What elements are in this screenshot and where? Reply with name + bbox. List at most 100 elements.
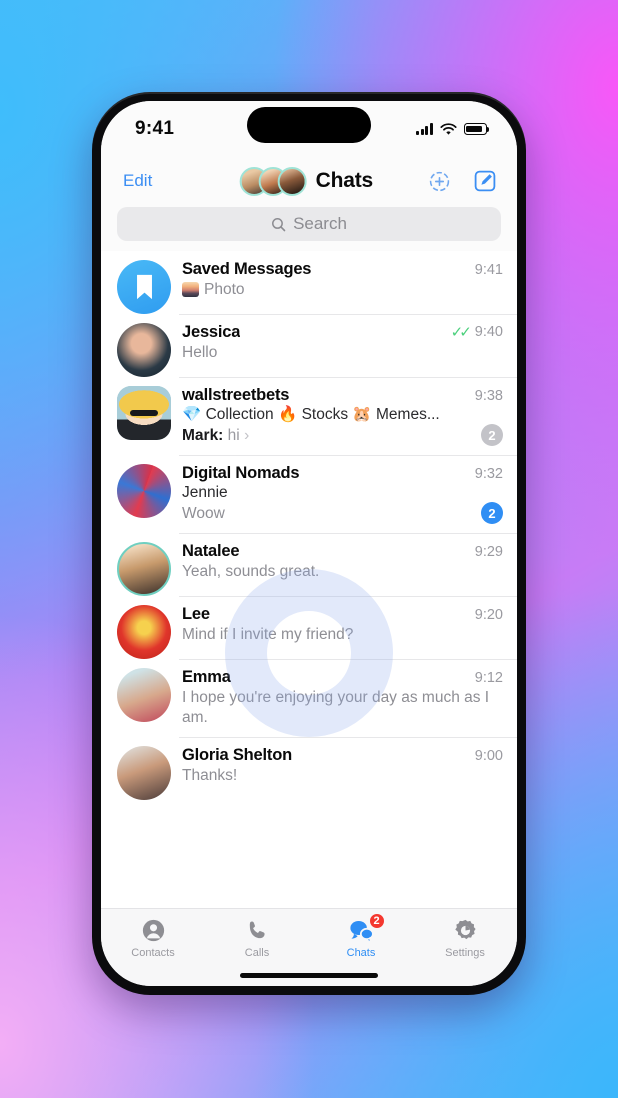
phone-icon	[246, 917, 269, 944]
chat-name: Saved Messages	[182, 260, 312, 278]
chat-row-body: Emma 9:12 I hope you're enjoying your da…	[182, 668, 503, 737]
chat-row-saved-messages[interactable]: Saved Messages 9:41 Photo	[101, 251, 517, 314]
story-avatar-3[interactable]	[277, 166, 307, 196]
chat-row-body: Gloria Shelton 9:00 Thanks!	[182, 746, 503, 800]
chat-name: Digital Nomads	[182, 464, 300, 482]
phone-screen: 9:41 Edit Chats Search Saved Messages 9:…	[101, 101, 517, 986]
chevron-right-icon: ›	[244, 426, 250, 444]
row-divider	[179, 455, 517, 456]
dynamic-island	[247, 107, 371, 143]
contacts-icon	[141, 917, 166, 944]
chats-icon: 2	[348, 912, 386, 944]
chat-time: 9:38	[474, 388, 503, 404]
chat-row-body: Lee 9:20 Mind if I invite my friend?	[182, 605, 503, 659]
status-bar: 9:41	[101, 101, 517, 157]
chat-name: Natalee	[182, 542, 240, 560]
chat-preview-line: Photo	[182, 280, 503, 300]
chat-row-digital-nomads[interactable]: Digital Nomads 9:32 Jennie Woow 2	[101, 455, 517, 533]
lee-avatar[interactable]	[117, 605, 171, 659]
chat-topics-line[interactable]: 💎 Collection 🔥 Stocks 🐹 Memes...	[182, 405, 503, 424]
tab-label: Contacts	[131, 947, 175, 959]
chat-row-body: Digital Nomads 9:32 Jennie Woow 2	[182, 464, 503, 533]
chat-time: 9:00	[474, 747, 503, 764]
chat-sender: Jennie	[182, 484, 228, 501]
jessica-avatar[interactable]	[117, 323, 171, 377]
chat-row-body: Natalee 9:29 Yeah, sounds great.	[182, 542, 503, 596]
search-input[interactable]: Search	[117, 207, 501, 241]
tab-chats[interactable]: 2 Chats	[309, 912, 413, 959]
chat-last-message-line: Mark: hi ›	[182, 427, 249, 445]
chat-time: 9:41	[474, 262, 503, 278]
chat-row-emma[interactable]: Emma 9:12 I hope you're enjoying your da…	[101, 659, 517, 737]
saved-messages-bookmark-icon[interactable]	[117, 260, 171, 314]
tab-label: Settings	[445, 947, 485, 959]
chat-preview: Yeah, sounds great.	[182, 563, 320, 580]
gear-icon	[453, 917, 478, 944]
natalee-avatar[interactable]	[117, 542, 171, 596]
chat-time: 9:40	[474, 324, 503, 340]
chat-row-body: Saved Messages 9:41 Photo	[182, 260, 503, 314]
chat-time: 9:12	[474, 670, 503, 686]
search-placeholder: Search	[293, 214, 347, 233]
gloria-shelton-avatar[interactable]	[117, 745, 171, 800]
row-divider	[179, 736, 517, 738]
tab-contacts[interactable]: Contacts	[101, 917, 205, 959]
status-bar-time: 9:41	[135, 118, 175, 139]
row-divider	[179, 659, 517, 660]
chat-row-wallstreetbets[interactable]: wallstreetbets 9:38 💎 Collection 🔥 Stock…	[101, 377, 517, 455]
unread-badge: 2	[481, 502, 503, 524]
read-double-check-icon: ✓✓	[450, 324, 472, 341]
chat-name: Lee	[182, 605, 210, 623]
navigation-bar: Edit Chats	[101, 157, 517, 205]
tab-settings[interactable]: Settings	[413, 917, 517, 959]
status-bar-indicators	[415, 122, 490, 136]
chat-row-gloria-shelton[interactable]: Gloria Shelton 9:00 Thanks!	[101, 736, 517, 800]
chat-preview: Mind if I invite my friend?	[182, 626, 354, 643]
chat-row-lee[interactable]: Lee 9:20 Mind if I invite my friend?	[101, 596, 517, 659]
wallstreetbets-avatar[interactable]	[117, 386, 171, 440]
wifi-icon	[440, 122, 457, 135]
chat-preview: Hello	[182, 344, 218, 361]
navbar-center: Chats	[239, 166, 374, 196]
unread-badge: 2	[481, 424, 503, 446]
digital-nomads-avatar[interactable]	[117, 464, 171, 518]
row-divider	[179, 314, 517, 315]
chat-row-natalee[interactable]: Natalee 9:29 Yeah, sounds great.	[101, 533, 517, 596]
chat-time: 9:32	[474, 466, 503, 482]
search-icon	[272, 217, 286, 231]
row-divider	[179, 533, 517, 534]
page-title: Chats	[315, 169, 374, 192]
chat-time: 9:20	[474, 607, 503, 623]
add-story-icon[interactable]	[428, 170, 451, 193]
chat-time: 9:29	[474, 544, 503, 560]
stories-avatar-group[interactable]	[239, 166, 307, 196]
chat-row-jessica[interactable]: Jessica ✓✓ 9:40 Hello	[101, 314, 517, 377]
chat-list[interactable]: Saved Messages 9:41 Photo Jessica ✓✓ 9:4…	[101, 251, 517, 908]
home-indicator	[240, 973, 378, 978]
chat-preview: Thanks!	[182, 766, 238, 784]
chat-preview: I hope you're enjoying your day as much …	[182, 689, 490, 726]
wallstreetbets-avatar-art	[117, 386, 171, 440]
row-divider	[179, 377, 517, 378]
tab-calls[interactable]: Calls	[205, 917, 309, 959]
phone-device-frame: 9:41 Edit Chats Search Saved Messages 9:…	[92, 92, 526, 995]
chat-name: wallstreetbets	[182, 386, 290, 404]
compose-icon[interactable]	[473, 169, 497, 193]
battery-icon	[464, 123, 490, 135]
chat-name: Jessica	[182, 323, 241, 341]
emma-avatar[interactable]	[117, 668, 171, 722]
edit-button[interactable]: Edit	[123, 171, 152, 191]
chats-unread-badge: 2	[367, 912, 386, 930]
cellular-signal-icon	[415, 123, 433, 135]
search-bar-container: Search	[101, 205, 517, 251]
chat-sender: Mark:	[182, 426, 224, 444]
navbar-actions	[428, 169, 497, 193]
tab-label: Chats	[346, 947, 376, 959]
row-divider	[179, 596, 517, 597]
chat-preview: hi	[227, 426, 240, 444]
tab-label: Calls	[244, 947, 270, 959]
chat-row-body: wallstreetbets 9:38 💎 Collection 🔥 Stock…	[182, 386, 503, 455]
chat-preview: Woow	[182, 504, 225, 522]
bottom-tab-bar: Contacts Calls 2 Chats Settings	[101, 908, 517, 986]
chat-preview: Photo	[204, 281, 245, 298]
